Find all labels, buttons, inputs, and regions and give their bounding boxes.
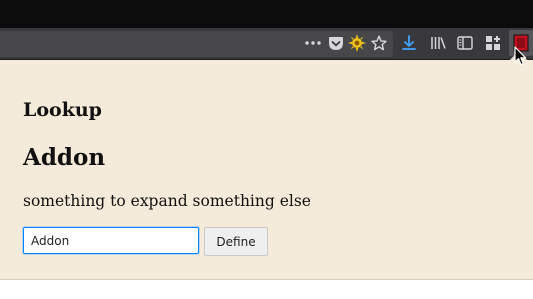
page-area — [0, 280, 533, 299]
lookup-popup-panel: Lookup Addon something to expand somethi… — [0, 60, 533, 280]
sun-extension-icon[interactable] — [346, 32, 368, 54]
window-title-strip — [0, 0, 533, 28]
browser-toolbar — [0, 28, 533, 60]
downloads-icon[interactable] — [398, 32, 420, 54]
definition-text: something to expand something else — [23, 192, 311, 210]
more-actions-icon[interactable] — [302, 32, 324, 54]
word-title: Addon — [23, 144, 106, 171]
bookmark-star-icon[interactable] — [368, 32, 390, 54]
define-button[interactable]: Define — [204, 227, 268, 256]
library-icon[interactable] — [427, 32, 449, 54]
panel-heading: Lookup — [23, 99, 102, 121]
extensions-grid-icon[interactable] — [482, 32, 504, 54]
word-input[interactable] — [23, 227, 199, 254]
pocket-icon[interactable] — [325, 32, 347, 54]
sidebar-icon[interactable] — [454, 32, 476, 54]
mouse-cursor-icon — [514, 46, 527, 66]
